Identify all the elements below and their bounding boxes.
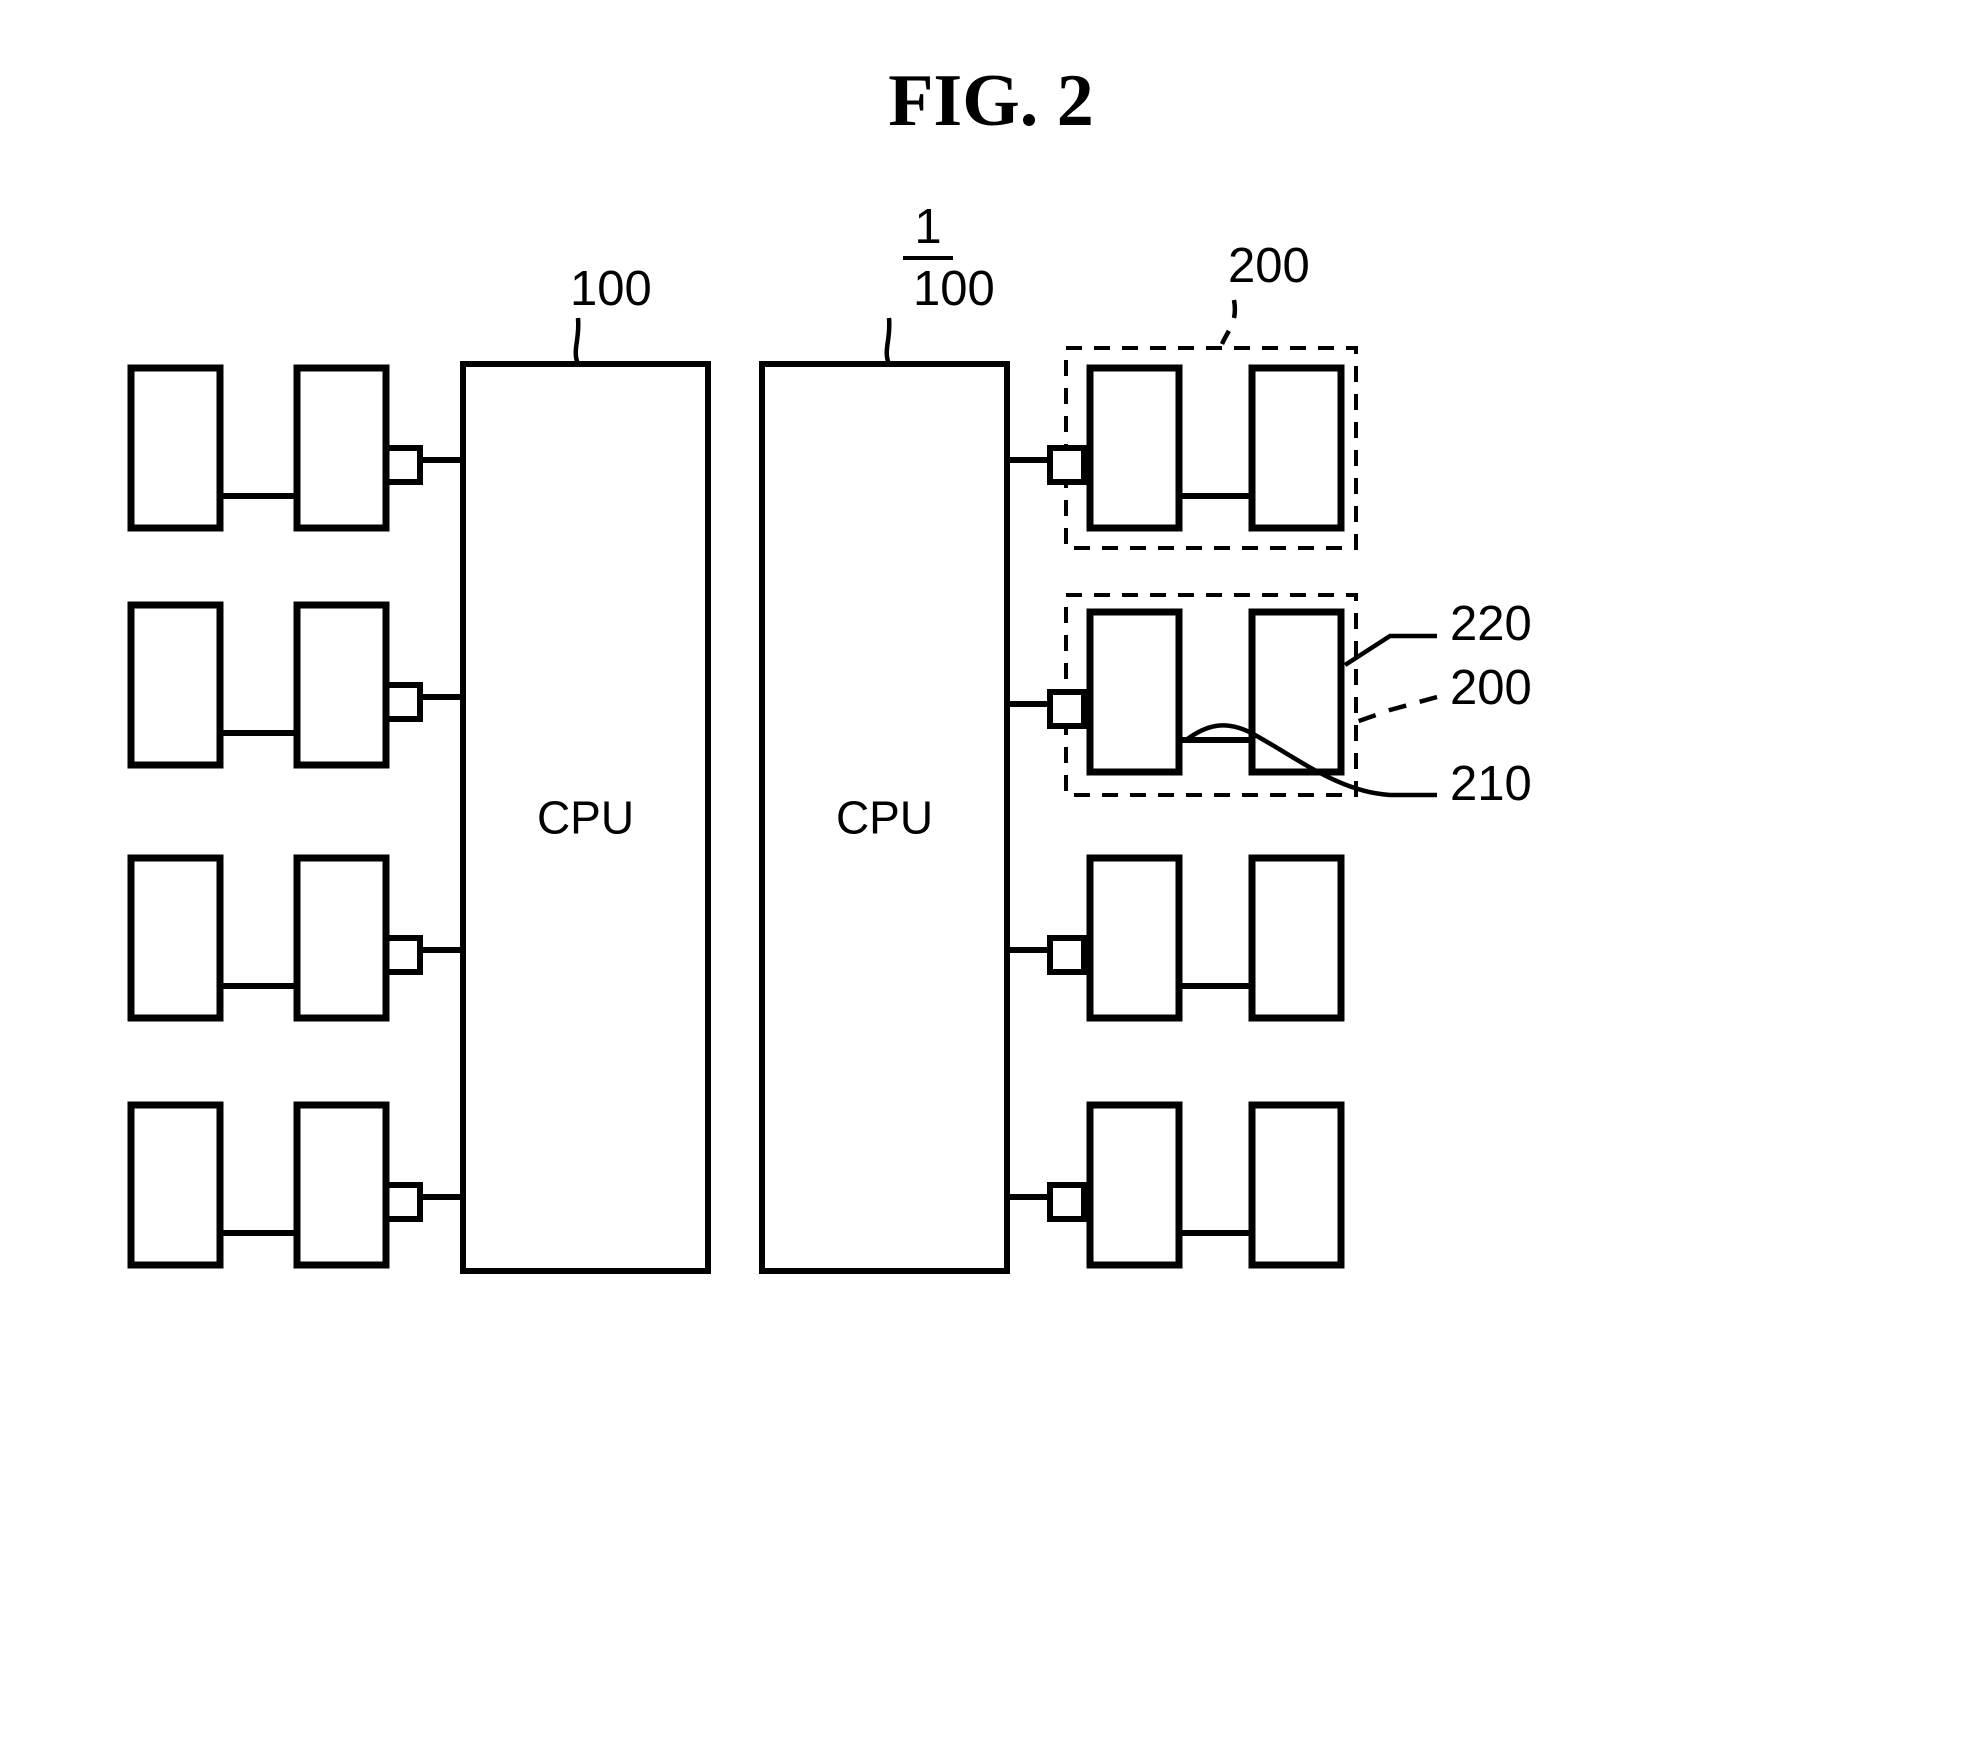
reference-numeral-link-210: 210 bbox=[1450, 757, 1532, 811]
memory-socket bbox=[1047, 445, 1087, 485]
memory-socket bbox=[383, 935, 423, 975]
memory-module-outline-top bbox=[293, 601, 390, 769]
memory-module-inner bbox=[1086, 364, 1183, 532]
memory-module-inner bbox=[1086, 854, 1183, 1022]
patent-figure: FIG. 2 1 CPU CPU 100 100 200 220 200 210 bbox=[0, 0, 1983, 1764]
leader-cpu-left bbox=[573, 317, 581, 365]
memory-module-outline-top bbox=[127, 601, 224, 769]
reference-numeral-group-200: 200 bbox=[1450, 661, 1532, 715]
reference-numeral-module-220: 220 bbox=[1450, 597, 1532, 651]
memory-module-outline-top bbox=[293, 1101, 390, 1269]
memory-module-outline-top bbox=[1248, 854, 1345, 1022]
memory-socket bbox=[1047, 1182, 1087, 1222]
memory-module-outer bbox=[127, 601, 224, 769]
memory-socket bbox=[383, 1182, 423, 1222]
memory-module-outer bbox=[127, 854, 224, 1022]
memory-module-outer bbox=[1248, 854, 1345, 1022]
memory-module-outline-top bbox=[1086, 364, 1183, 532]
memory-module-outline-top bbox=[1086, 1101, 1183, 1269]
memory-module-outline-top bbox=[127, 854, 224, 1022]
memory-module-outline-top bbox=[1248, 364, 1345, 532]
reference-numeral-cpu-left: 100 bbox=[570, 262, 652, 316]
memory-module-outline-top bbox=[1086, 854, 1183, 1022]
memory-socket bbox=[383, 445, 423, 485]
memory-module-outline-top bbox=[293, 364, 390, 532]
memory-module-inner bbox=[1086, 1101, 1183, 1269]
memory-module-outer bbox=[1248, 364, 1345, 532]
cpu-label-text: CPU bbox=[537, 792, 634, 844]
memory-module-outer bbox=[1248, 1101, 1345, 1269]
figure-canvas: FIG. 2 1 CPU CPU 100 100 200 220 200 210 bbox=[0, 0, 1983, 1764]
memory-module-outline-top bbox=[127, 1101, 224, 1269]
memory-module-inner bbox=[293, 1101, 390, 1269]
reference-numeral-cpu-right: 100 bbox=[913, 262, 995, 316]
cpu-label-text: CPU bbox=[836, 792, 933, 844]
figure-title: FIG. 2 bbox=[888, 60, 1094, 142]
memory-module-inner bbox=[293, 364, 390, 532]
memory-socket bbox=[1047, 935, 1087, 975]
memory-module-outer bbox=[127, 364, 224, 532]
memory-module-inner bbox=[293, 601, 390, 769]
memory-module-outline-top bbox=[127, 364, 224, 532]
memory-module-outline-top bbox=[1248, 1101, 1345, 1269]
system-reference-label: 1 bbox=[914, 200, 941, 254]
reference-numeral-group-top: 200 bbox=[1228, 239, 1310, 293]
memory-module-inner bbox=[1086, 608, 1183, 776]
memory-socket bbox=[1047, 689, 1087, 729]
memory-socket bbox=[383, 682, 423, 722]
memory-module-outline-top bbox=[1248, 608, 1345, 776]
memory-module-outer bbox=[127, 1101, 224, 1269]
memory-module-inner bbox=[293, 854, 390, 1022]
cpu-right-block: CPU bbox=[759, 361, 1010, 1274]
leader-cpu-right bbox=[884, 317, 892, 365]
memory-module-outer bbox=[1248, 608, 1345, 776]
cpu-left-block: CPU bbox=[460, 361, 711, 1274]
memory-module-outline-top bbox=[293, 854, 390, 1022]
memory-module-outline-top bbox=[1086, 608, 1183, 776]
